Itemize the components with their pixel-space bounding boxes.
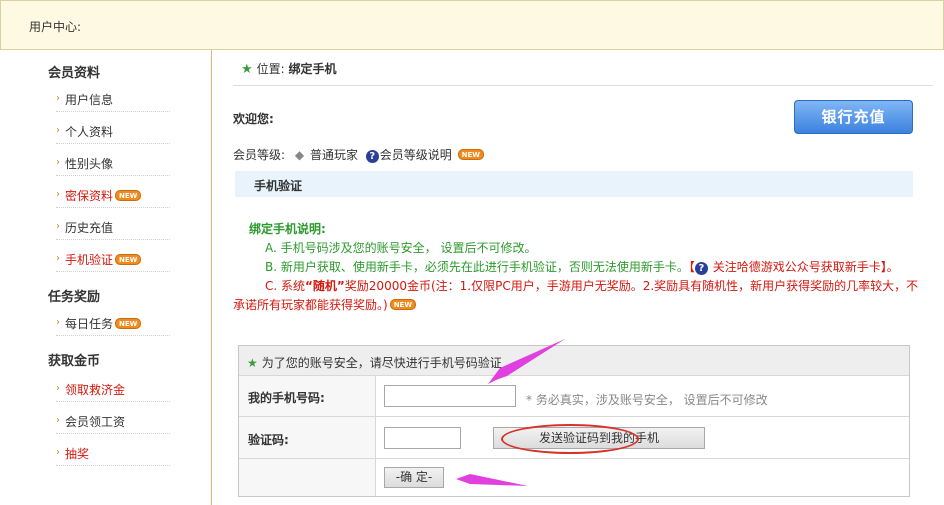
sidebar-item-salary[interactable]: › 会员领工资 <box>56 410 170 434</box>
sidebar-group-title: 会员资料 <box>48 66 101 81</box>
breadcrumb: ★ 位置: 绑定手机 <box>241 60 337 77</box>
sidebar-item-daily-task[interactable]: › 每日任务 NEW <box>56 312 170 336</box>
welcome-text: 欢迎您: <box>233 112 274 126</box>
sidebar-item-phone-verify[interactable]: › 手机验证 NEW <box>56 248 170 272</box>
phone-bind-form: ★ 为了您的账号安全，请尽快进行手机号码验证 我的手机号码: * 务必真实，涉及账… <box>238 345 910 497</box>
phone-input[interactable] <box>384 385 516 407</box>
note-a: A. 手机号码涉及您的账号安全， 设置后不可修改。 <box>265 241 537 255</box>
note-c: C. 系统“随机”奖励20000金币(注：1.仅限PC用户，手游用户无奖励。2.… <box>233 277 923 315</box>
sidebar-item-recharge-history[interactable]: › 历史充值 <box>56 216 170 240</box>
sidebar-item-text: 手机验证 NEW <box>65 251 142 268</box>
user-center-title: 用户中心: <box>29 20 82 34</box>
sidebar-item-text: 每日任务 NEW <box>65 315 142 332</box>
sidebar-item-personal-info[interactable]: › 个人资料 <box>56 120 170 144</box>
note-c-random: “随机” <box>305 279 345 293</box>
new-badge: NEW <box>389 299 417 310</box>
notes-title: 绑定手机说明: <box>249 222 326 236</box>
phone-label-cell: 我的手机号码: <box>239 376 376 416</box>
bank-recharge-button[interactable]: 银行充值 <box>794 100 913 134</box>
divider <box>233 85 933 86</box>
sidebar-item-label: 历史充值 <box>65 221 114 235</box>
breadcrumb-current: 绑定手机 <box>288 62 337 76</box>
sidebar-item-label: 用户信息 <box>65 93 114 107</box>
sidebar-item-label: 手机验证 <box>65 253 114 267</box>
form-header: ★ 为了您的账号安全，请尽快进行手机号码验证 <box>239 346 909 376</box>
top-bar: 用户中心: <box>0 0 944 50</box>
help-icon[interactable]: ? <box>365 150 379 163</box>
sidebar-item-text: 密保资料 NEW <box>65 187 142 204</box>
confirm-label-cell <box>239 459 376 496</box>
note-b: B. 新用户获取、使用新手卡，必须先在此进行手机验证，否则无法使用新手卡。【? … <box>233 258 923 277</box>
sidebar-item-user-info[interactable]: › 用户信息 <box>56 88 170 112</box>
sidebar-item-label: 每日任务 <box>65 317 114 331</box>
arrow-right-icon: › <box>56 189 60 200</box>
new-badge: NEW <box>115 254 142 265</box>
code-label-cell: 验证码: <box>239 417 376 458</box>
code-input[interactable] <box>384 427 461 449</box>
new-badge: NEW <box>115 318 142 329</box>
phone-row: 我的手机号码: * 务必真实，涉及账号安全， 设置后不可修改 <box>239 376 909 417</box>
sidebar-item-label: 密保资料 <box>65 189 114 203</box>
arrow-right-icon: › <box>56 221 60 232</box>
sidebar-item-security[interactable]: › 密保资料 NEW <box>56 184 170 208</box>
sidebar-group-title: 获取金币 <box>48 354 101 369</box>
arrow-right-icon: › <box>56 447 60 458</box>
note-b-bracket-open: 【 <box>688 260 695 274</box>
member-level-row: 会员等级: ◆ 普通玩家 ? 会员等级说明 NEW <box>233 146 484 163</box>
new-badge: NEW <box>115 190 142 201</box>
annotation-circle <box>501 424 639 454</box>
arrow-right-icon: › <box>56 415 60 426</box>
sidebar-item-label: 会员领工资 <box>65 415 126 429</box>
confirm-row: -确 定- <box>239 459 909 496</box>
sidebar-group-title: 任务奖励 <box>48 290 101 305</box>
sidebar-item-label: 领取救济金 <box>65 383 126 397</box>
binding-notes: 绑定手机说明: A. 手机号码涉及您的账号安全， 设置后不可修改。 B. 新用户… <box>233 220 923 315</box>
member-level-label: 会员等级: <box>233 148 286 162</box>
star-icon: ★ <box>241 62 253 77</box>
arrow-right-icon: › <box>56 93 60 104</box>
sidebar: 会员资料 › 用户信息 › 个人资料 › 性别头像 › 密保资料 NEW › 历史… <box>0 50 212 505</box>
section-header: 手机验证 <box>235 171 913 197</box>
sidebar-item-label: 性别头像 <box>65 157 114 171</box>
note-b-text: B. 新用户获取、使用新手卡，必须先在此进行手机验证，否则无法使用新手卡。 <box>265 260 689 274</box>
arrow-right-icon: › <box>56 383 60 394</box>
confirm-button[interactable]: -确 定- <box>384 467 444 488</box>
note-c-prefix: C. 系统 <box>265 279 306 293</box>
sidebar-item-relief-fund[interactable]: › 领取救济金 <box>56 378 170 402</box>
form-header-text: ★ 为了您的账号安全，请尽快进行手机号码验证 <box>247 354 502 371</box>
member-level-value: 普通玩家 <box>309 148 358 162</box>
form-header-label: 为了您的账号安全，请尽快进行手机号码验证 <box>261 356 502 370</box>
member-level-help-link[interactable]: 会员等级说明 <box>380 148 452 162</box>
diamond-icon: ◆ <box>294 148 305 162</box>
star-icon: ★ <box>247 356 258 370</box>
note-b-wechat: 关注哈德游戏公众号获取新手卡 <box>712 260 881 274</box>
phone-label: 我的手机号码: <box>248 391 325 405</box>
section-title: 手机验证 <box>254 179 303 193</box>
help-icon[interactable]: ? <box>694 262 708 275</box>
code-label: 验证码: <box>248 433 289 447</box>
arrow-right-icon: › <box>56 125 60 136</box>
arrow-right-icon: › <box>56 253 60 264</box>
new-badge: NEW <box>457 149 484 160</box>
sidebar-item-lottery[interactable]: › 抽奖 <box>56 442 170 466</box>
phone-hint: * 务必真实，涉及账号安全， 设置后不可修改 <box>526 393 768 407</box>
breadcrumb-prefix: 位置: <box>256 62 285 76</box>
arrow-right-icon: › <box>56 157 60 168</box>
sidebar-item-label: 个人资料 <box>65 125 114 139</box>
note-b-bracket-close: 】。 <box>880 260 899 274</box>
sidebar-item-avatar[interactable]: › 性别头像 <box>56 152 170 176</box>
arrow-right-icon: › <box>56 317 60 328</box>
sidebar-item-label: 抽奖 <box>65 447 90 461</box>
